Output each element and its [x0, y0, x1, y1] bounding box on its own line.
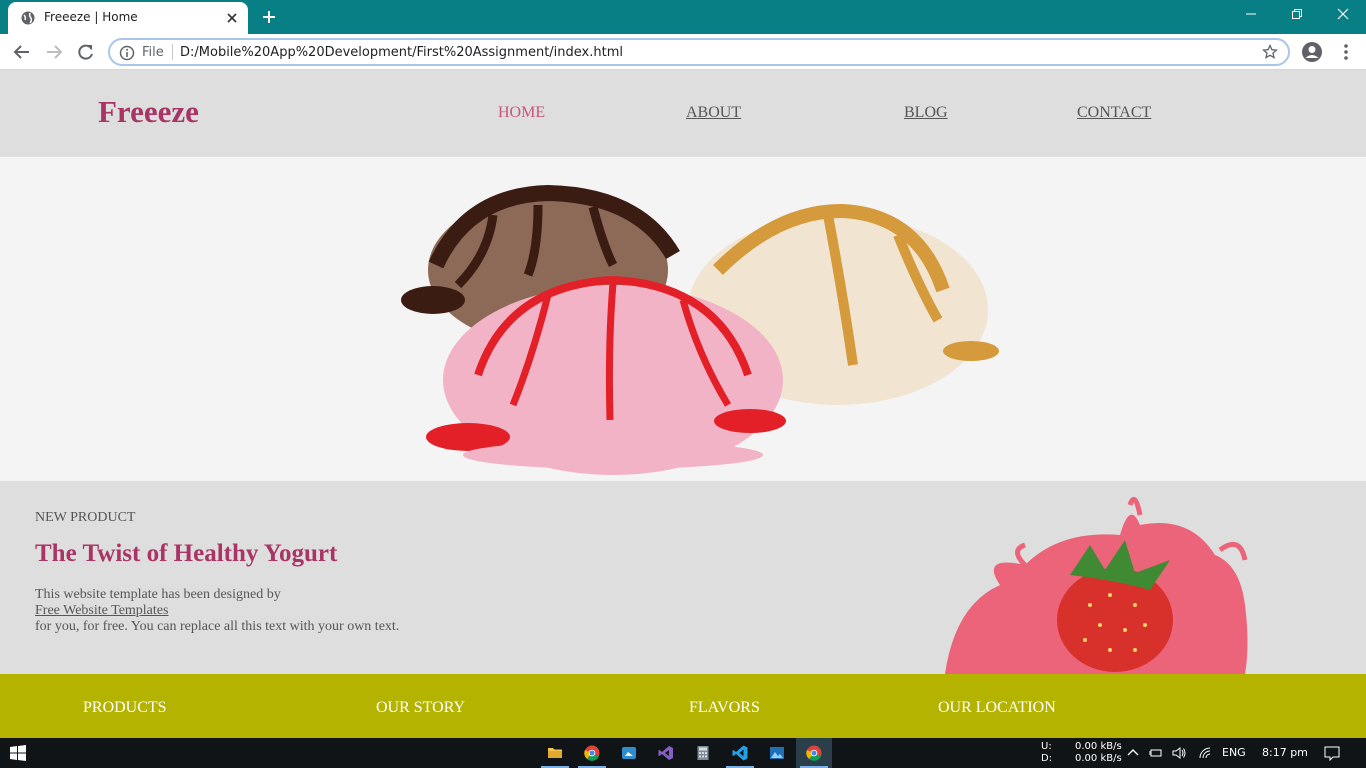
taskbar-calculator[interactable] [685, 738, 721, 768]
web-page: Freeeze HOME ABOUT BLOG CONTACT NEW PROD… [0, 70, 1366, 738]
footer-our-story-link[interactable]: OUR STORY [376, 699, 465, 717]
battery-icon[interactable] [1148, 746, 1162, 760]
site-header: Freeeze HOME ABOUT BLOG CONTACT [0, 70, 1366, 157]
reload-icon[interactable] [76, 42, 96, 62]
taskbar-chrome[interactable] [574, 738, 610, 768]
new-product-section: NEW PRODUCT The Twist of Healthy Yogurt … [0, 481, 1366, 674]
promo-title: The Twist of Healthy Yogurt [35, 540, 338, 567]
volume-icon[interactable] [1172, 746, 1186, 760]
nav-contact[interactable]: CONTACT [1077, 104, 1151, 122]
photos-icon [770, 747, 784, 759]
address-bar[interactable]: File D:/Mobile%20App%20Development/First… [108, 38, 1290, 66]
browser-toolbar: File D:/Mobile%20App%20Development/First… [0, 34, 1366, 70]
promo-body: This website template has been designed … [35, 587, 399, 635]
network-monitor-labels: U: D: [1041, 741, 1053, 764]
taskbar-vscode[interactable] [722, 738, 758, 768]
url-scheme-label: File [142, 45, 164, 60]
taskbar-chrome-active[interactable] [796, 738, 832, 768]
minimize-button[interactable] [1228, 0, 1274, 30]
promo-eyebrow: NEW PRODUCT [35, 510, 136, 525]
nav-home[interactable]: HOME [498, 104, 545, 122]
chevron-up-icon[interactable] [1126, 746, 1140, 760]
taskbar-visual-studio[interactable] [648, 738, 684, 768]
network-monitor-speeds: 0.00 kB/s 0.00 kB/s [1075, 741, 1122, 764]
promo-body-line1: This website template has been designed … [35, 587, 281, 602]
taskbar-file-explorer[interactable] [537, 738, 573, 768]
windows-start-icon[interactable] [10, 745, 26, 761]
restore-icon [1292, 9, 1302, 19]
minimize-icon [1246, 13, 1256, 15]
folder-icon [548, 748, 562, 758]
footer-flavors-link[interactable]: FLAVORS [689, 699, 760, 717]
star-icon[interactable] [1262, 44, 1278, 60]
chrome-icon [584, 745, 600, 761]
taskbar-app-photos[interactable] [611, 738, 647, 768]
chrome-icon [806, 745, 822, 761]
globe-icon [21, 11, 35, 25]
calculator-icon [697, 746, 709, 760]
taskbar-photos[interactable] [759, 738, 795, 768]
browser-tab[interactable]: Freeeze | Home [8, 2, 248, 34]
clock[interactable]: 8:17 pm [1262, 746, 1308, 759]
close-icon [1337, 8, 1349, 20]
forward-icon[interactable] [44, 42, 64, 62]
site-footer: PRODUCTS OUR STORY FLAVORS OUR LOCATION [0, 674, 1366, 738]
back-icon[interactable] [12, 42, 32, 62]
account-icon[interactable] [1301, 41, 1323, 63]
strawberry-splash-image [945, 496, 1248, 674]
restore-button[interactable] [1274, 0, 1320, 30]
ice-cream-scoops-image [401, 184, 999, 475]
window-close-button[interactable] [1320, 0, 1366, 30]
vscode-icon [732, 745, 748, 761]
input-language[interactable]: ENG [1222, 746, 1246, 759]
app-icon [622, 747, 636, 759]
wifi-icon[interactable] [1198, 746, 1212, 760]
visual-studio-icon [658, 746, 673, 760]
plus-icon[interactable] [261, 9, 277, 25]
notification-icon[interactable] [1324, 745, 1340, 761]
site-logo[interactable]: Freeeze [98, 94, 199, 130]
browser-title-bar: Freeeze | Home [0, 0, 1366, 34]
hero-banner [0, 157, 1366, 481]
footer-our-location-link[interactable]: OUR LOCATION [938, 699, 1056, 717]
promo-body-line2: for you, for free. You can replace all t… [35, 619, 400, 634]
nav-about[interactable]: ABOUT [686, 104, 741, 122]
free-website-templates-link[interactable]: Free Website Templates [35, 603, 168, 618]
close-icon[interactable] [225, 11, 239, 25]
windows-taskbar: U: D: 0.00 kB/s 0.00 kB/s ENG 8:17 pm [0, 738, 1366, 768]
tab-title: Freeeze | Home [44, 10, 138, 24]
info-icon[interactable] [119, 45, 135, 61]
omnibox-divider [172, 44, 173, 60]
nav-blog[interactable]: BLOG [904, 104, 948, 122]
menu-icon[interactable] [1336, 42, 1356, 62]
footer-products-link[interactable]: PRODUCTS [83, 699, 167, 717]
url-text[interactable]: D:/Mobile%20App%20Development/First%20As… [180, 45, 623, 60]
